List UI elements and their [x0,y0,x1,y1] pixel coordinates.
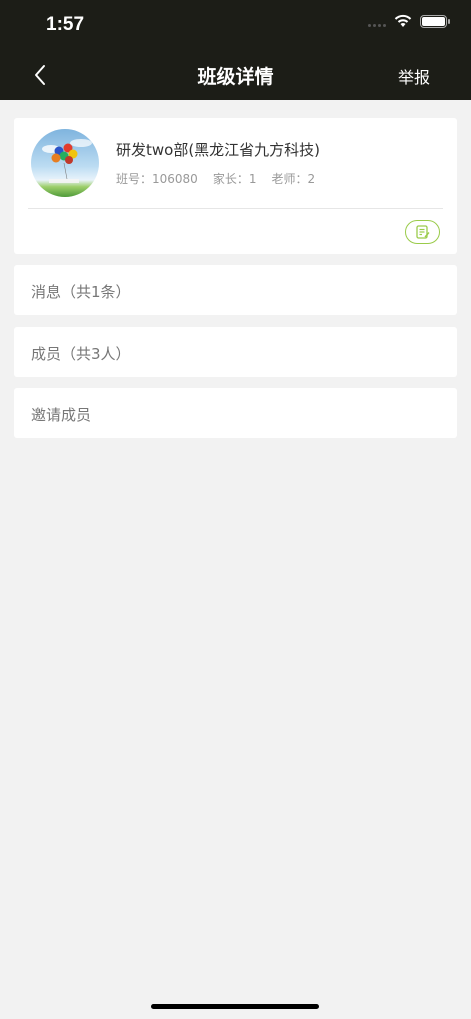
edit-note-icon [415,225,430,239]
teacher-count: 老师：2 [271,172,316,186]
status-icons [368,14,450,28]
wifi-icon [394,14,412,27]
status-time: 1:57 [46,14,85,35]
balloons-icon [42,139,92,183]
parent-count: 家长：1 [212,172,257,186]
members-label: 成员（共3人） [31,345,131,363]
nav-bar: 班级详情 举报 [0,50,471,100]
class-number: 班号：106080 [116,172,198,186]
class-info-card: 研发two部(黑龙江省九方科技) 班号：106080 家长：1 老师：2 [14,118,457,254]
status-bar: 1:57 [0,0,471,50]
messages-label: 消息（共1条） [31,283,131,301]
report-button[interactable]: 举报 [398,64,430,88]
class-avatar [31,129,99,197]
home-indicator[interactable] [151,1004,319,1009]
signal-icon [368,15,386,27]
invite-members-row[interactable]: 邀请成员 [14,388,457,438]
messages-row[interactable]: 消息（共1条） [14,265,457,315]
card-divider [28,208,443,209]
members-row[interactable]: 成员（共3人） [14,327,457,377]
invite-members-label: 邀请成员 [31,406,92,424]
class-meta: 班号：106080 家长：1 老师：2 [116,170,315,187]
edit-button[interactable] [405,220,440,244]
battery-icon [420,14,450,28]
class-name: 研发two部(黑龙江省九方科技) [116,141,321,159]
